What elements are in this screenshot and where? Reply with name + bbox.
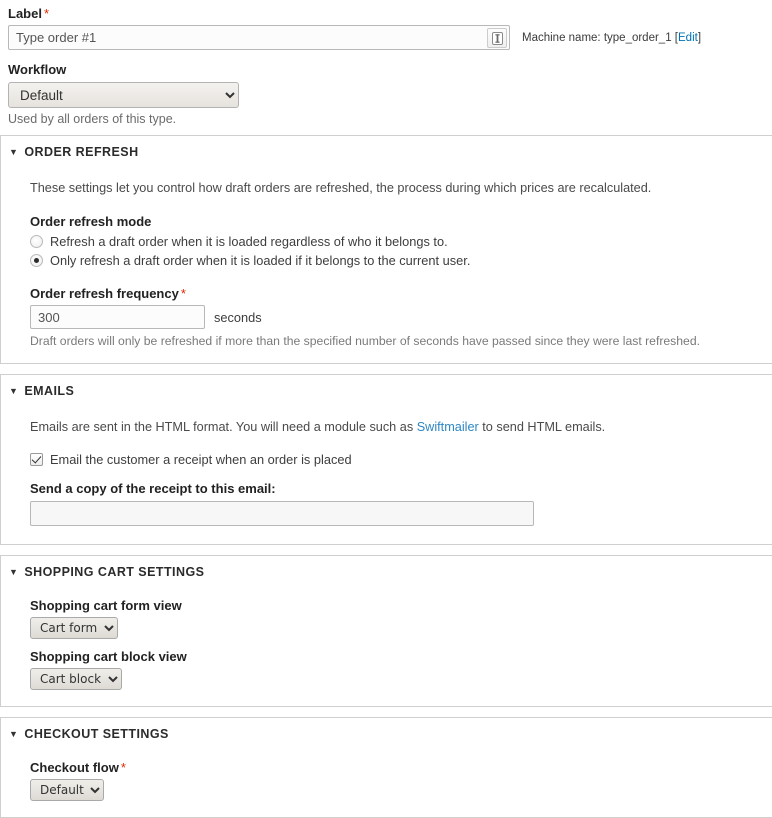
cart-form-view-label: Shopping cart form view [30, 598, 182, 613]
checkout-flow-select[interactable]: Default [30, 779, 104, 801]
order-refresh-frequency-input[interactable] [30, 305, 205, 329]
workflow-select[interactable]: Default [8, 82, 239, 108]
order-refresh-mode-option-1[interactable]: Only refresh a draft order when it is lo… [30, 252, 772, 269]
radio-icon[interactable] [30, 235, 43, 248]
required-marker: * [43, 6, 50, 21]
cart-block-view-label: Shopping cart block view [30, 649, 187, 664]
collapse-triangle-icon[interactable]: ▼ [9, 386, 18, 396]
label-input-wrapper [8, 25, 510, 50]
label-field-label-text: Label [8, 6, 42, 21]
checkout-body: Checkout flow * Default [1, 760, 772, 801]
order-refresh-frequency-label: Order refresh frequency * [30, 286, 772, 302]
order-refresh-mode-label: Order refresh mode [30, 214, 152, 229]
order-refresh-intro: These settings let you control how draft… [30, 181, 652, 195]
emails-intro-after: to send HTML emails. [478, 420, 606, 434]
shopping-cart-legend-text: SHOPPING CART SETTINGS [24, 565, 205, 579]
order-refresh-body: These settings let you control how draft… [1, 180, 772, 349]
cart-block-view-select[interactable]: Cart block [30, 668, 122, 690]
machine-name-value: type_order_1 [603, 31, 672, 44]
label-field-row: Machine name: type_order_1 [Edit] [8, 25, 764, 50]
email-receipt-checkbox-row[interactable]: Email the customer a receipt when an ord… [30, 451, 772, 468]
checkout-legend-text: CHECKOUT SETTINGS [24, 727, 169, 741]
order-refresh-frequency-row: seconds [30, 305, 772, 329]
collapse-triangle-icon[interactable]: ▼ [9, 729, 18, 739]
cart-form-view-select[interactable]: Cart form [30, 617, 118, 639]
collapse-triangle-icon[interactable]: ▼ [9, 567, 18, 577]
order-refresh-mode-option-0[interactable]: Refresh a draft order when it is loaded … [30, 233, 772, 250]
order-refresh-legend[interactable]: ▼ ORDER REFRESH [1, 136, 772, 159]
required-marker-checkout-flow: * [120, 760, 126, 775]
shopping-cart-legend[interactable]: ▼ SHOPPING CART SETTINGS [1, 556, 772, 579]
collapse-triangle-icon[interactable]: ▼ [9, 147, 18, 157]
order-refresh-legend-text: ORDER REFRESH [24, 145, 139, 159]
section-shopping-cart-settings: ▼ SHOPPING CART SETTINGS Shopping cart f… [0, 555, 772, 707]
order-refresh-frequency-description: Draft orders will only be refreshed if m… [30, 334, 700, 348]
order-type-form: Label* Machine name: type_order_1 [Edit]… [0, 0, 772, 127]
checkout-flow-label-text: Checkout flow [30, 760, 119, 775]
workflow-description: Used by all orders of this type. [8, 112, 177, 126]
emails-legend[interactable]: ▼ EMAILS [1, 375, 772, 398]
section-checkout-settings: ▼ CHECKOUT SETTINGS Checkout flow * Defau… [0, 717, 772, 818]
machine-name-toggle-icon[interactable] [487, 28, 507, 48]
email-bcc-input[interactable] [30, 501, 534, 526]
machine-name-edit-link[interactable]: Edit [678, 32, 698, 44]
order-refresh-frequency-label-text: Order refresh frequency [30, 286, 179, 301]
required-marker-frequency: * [180, 286, 186, 301]
checkout-legend[interactable]: ▼ CHECKOUT SETTINGS [1, 718, 772, 741]
checkout-flow-label: Checkout flow * [30, 760, 772, 776]
checkbox-icon-checked[interactable] [30, 453, 43, 466]
shopping-cart-body: Shopping cart form view Cart form Shoppi… [1, 598, 772, 690]
emails-body: Emails are sent in the HTML format. You … [1, 419, 772, 526]
order-refresh-mode-option-1-label: Only refresh a draft order when it is lo… [50, 253, 471, 268]
emails-intro-before: Emails are sent in the HTML format. You … [30, 420, 417, 434]
machine-name: Machine name: type_order_1 [Edit] [522, 32, 701, 44]
section-order-refresh: ▼ ORDER REFRESH These settings let you c… [0, 135, 772, 364]
workflow-label: Workflow [8, 62, 67, 77]
swiftmailer-link[interactable]: Swiftmailer [417, 420, 479, 434]
emails-legend-text: EMAILS [24, 384, 75, 398]
radio-icon-selected[interactable] [30, 254, 43, 267]
email-receipt-checkbox-label: Email the customer a receipt when an ord… [50, 452, 352, 467]
label-field-label: Label * [8, 6, 764, 21]
machine-name-bracket-close: ] [697, 31, 702, 44]
label-input[interactable] [8, 25, 510, 50]
email-bcc-label: Send a copy of the receipt to this email… [30, 481, 276, 496]
order-refresh-frequency-unit: seconds [214, 309, 262, 325]
order-refresh-mode-option-0-label: Refresh a draft order when it is loaded … [50, 234, 448, 249]
section-emails: ▼ EMAILS Emails are sent in the HTML for… [0, 374, 772, 545]
machine-name-prefix: Machine name: [522, 31, 604, 44]
emails-intro: Emails are sent in the HTML format. You … [30, 419, 772, 436]
